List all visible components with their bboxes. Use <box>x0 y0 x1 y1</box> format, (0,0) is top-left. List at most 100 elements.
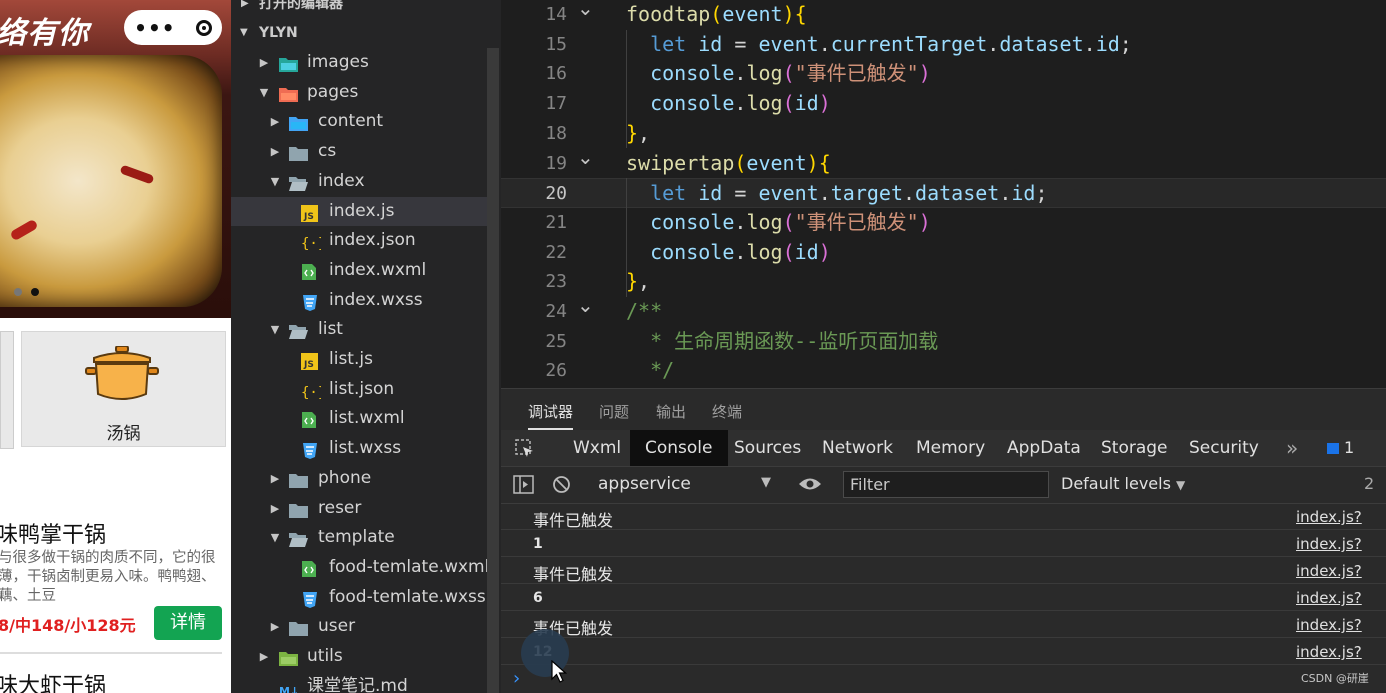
swiper-dot-active[interactable] <box>31 288 39 296</box>
devtools-tab-network[interactable]: Network <box>822 430 893 466</box>
tree-item[interactable]: {·} list.json <box>231 375 493 404</box>
code-line[interactable]: 21 console.log("事件已触发") <box>501 208 1386 238</box>
tree-item-label: phone <box>318 467 372 488</box>
tree-item[interactable]: ▶ utils <box>231 642 493 671</box>
code-line[interactable]: 17 console.log(id) <box>501 89 1386 119</box>
devtools-tab-appdata[interactable]: AppData <box>1007 430 1081 466</box>
clear-console-icon[interactable] <box>552 475 571 494</box>
context-select[interactable]: appservice <box>598 474 691 494</box>
js-file-icon: JS <box>301 351 320 370</box>
tree-item[interactable]: ▶ user <box>231 612 493 641</box>
devtools-tab-sources[interactable]: Sources <box>734 430 801 466</box>
code-line[interactable]: 25 * 生命周期函数--监听页面加载 <box>501 327 1386 357</box>
log-source-link[interactable]: index.js? <box>1296 562 1362 580</box>
tree-item[interactable]: index.wxml <box>231 256 493 285</box>
fold-chevron-icon[interactable]: ⌄ <box>577 143 594 173</box>
log-source-link[interactable]: index.js? <box>1296 643 1362 661</box>
tree-item[interactable]: ▶ content <box>231 107 493 136</box>
filter-input[interactable]: Filter <box>843 471 1049 498</box>
folder-icon <box>289 500 308 518</box>
code-line[interactable]: 23}, <box>501 267 1386 297</box>
line-number: 25 <box>545 330 567 352</box>
sidebar-toggle-icon[interactable] <box>513 475 534 494</box>
devtools-tab-wxml[interactable]: Wxml <box>573 430 621 466</box>
code-line[interactable]: 15 let id = event.currentTarget.dataset.… <box>501 30 1386 60</box>
folder-icon <box>289 618 308 637</box>
log-levels-dropdown[interactable]: Default levels ▼ <box>1061 474 1185 493</box>
project-root-section[interactable]: ▼ YLYN <box>231 19 493 47</box>
svg-text:{·}: {·} <box>301 236 321 251</box>
tree-item[interactable]: ▼ pages <box>231 78 493 107</box>
wxml-file-icon <box>301 410 320 429</box>
swiper-dot[interactable] <box>14 288 22 296</box>
tree-item[interactable]: M↓ 课堂笔记.md <box>231 672 493 693</box>
console-prompt[interactable]: › <box>513 668 520 689</box>
code-line[interactable]: 16 console.log("事件已触发") <box>501 59 1386 89</box>
tab-output[interactable]: 输出 <box>656 401 686 422</box>
eye-icon[interactable] <box>798 477 822 491</box>
tree-item[interactable]: list.wxss <box>231 434 493 463</box>
open-editors-section[interactable]: ▶ 打开的编辑器 <box>231 0 493 18</box>
devtools-tab-memory[interactable]: Memory <box>916 430 985 466</box>
code-text: console.log("事件已触发") <box>650 209 931 234</box>
log-source-link[interactable]: index.js? <box>1296 616 1362 634</box>
target-icon[interactable] <box>195 19 212 36</box>
tree-item[interactable]: list.wxml <box>231 404 493 433</box>
tree-item[interactable]: ▼ index <box>231 167 493 196</box>
more-tabs-icon[interactable]: » <box>1286 430 1298 466</box>
fold-chevron-icon[interactable]: ⌄ <box>577 291 594 321</box>
mini-program-capsule[interactable]: ••• <box>124 10 222 45</box>
category-item-partial[interactable] <box>0 331 14 449</box>
log-message: 6 <box>533 590 543 606</box>
banner-swiper[interactable]: 络有你 <box>0 0 231 318</box>
tree-item[interactable]: {·} index.json <box>231 226 493 255</box>
tree-item[interactable]: ▶ phone <box>231 464 493 493</box>
tree-item[interactable]: ▶ reser <box>231 494 493 523</box>
chevron-right-icon: ▶ <box>259 650 269 663</box>
chevron-down-icon[interactable]: ▼ <box>761 475 771 490</box>
tree-item[interactable]: food-temlate.wxml <box>231 553 493 582</box>
folder-icon <box>289 321 308 340</box>
code-line[interactable]: 19 ⌄ swipertap(event){ <box>501 145 1386 179</box>
tab-terminal[interactable]: 终端 <box>712 401 742 422</box>
line-number: 26 <box>545 360 567 382</box>
code-line[interactable]: 22 console.log(id) <box>501 238 1386 268</box>
code-line[interactable]: 14 ⌄ foodtap(event){ <box>501 0 1386 30</box>
tree-item[interactable]: food-temlate.wxss <box>231 583 493 612</box>
code-line[interactable]: 20 let id = event.target.dataset.id; <box>501 178 1386 208</box>
tree-item[interactable]: ▶ cs <box>231 137 493 166</box>
tree-item[interactable]: index.wxss <box>231 286 493 315</box>
inspect-element-icon[interactable] <box>515 439 535 459</box>
message-badge[interactable]: 1 <box>1327 440 1354 456</box>
code-line[interactable]: 24 ⌄ /** <box>501 293 1386 327</box>
fold-chevron-icon[interactable]: ⌄ <box>577 0 594 24</box>
category-item-soup-pot[interactable]: 汤锅 <box>21 331 226 447</box>
code-text: swipertap(event){ <box>626 150 831 175</box>
log-source-link[interactable]: index.js? <box>1296 589 1362 607</box>
tree-item[interactable]: ▼ list <box>231 315 493 344</box>
food-title: 味大虾干锅 <box>0 674 107 693</box>
tree-item-label: 课堂笔记.md <box>307 675 408 693</box>
tree-item[interactable]: JS index.js <box>231 196 493 226</box>
mouse-cursor-icon <box>551 660 567 683</box>
log-source-link[interactable]: index.js? <box>1296 508 1362 526</box>
tree-item[interactable]: ▼ template <box>231 523 493 552</box>
devtools-tab-security[interactable]: Security <box>1189 430 1259 466</box>
js-file-icon: JS <box>301 203 320 222</box>
log-source-link[interactable]: index.js? <box>1296 535 1362 553</box>
code-editor[interactable]: 14 ⌄ foodtap(event){15 let id = event.curr… <box>501 0 1386 388</box>
code-line[interactable]: 18}, <box>501 119 1386 149</box>
tree-item[interactable]: JS list.js <box>231 345 493 374</box>
devtools-tab-console[interactable]: Console <box>630 430 728 466</box>
more-dots-icon[interactable]: ••• <box>134 18 175 38</box>
tree-item[interactable]: ▶ images <box>231 48 493 77</box>
svg-text:JS: JS <box>303 360 314 370</box>
detail-button[interactable]: 详情 <box>154 606 222 640</box>
code-line[interactable]: 26 */ <box>501 356 1386 386</box>
chevron-right-icon: ▶ <box>270 620 280 634</box>
tab-problems[interactable]: 问题 <box>599 401 629 422</box>
devtools-tab-storage[interactable]: Storage <box>1101 430 1168 466</box>
tab-debugger[interactable]: 调试器 <box>528 401 574 430</box>
chevron-down-icon: ▼ <box>270 174 280 188</box>
scrollbar[interactable] <box>487 48 499 693</box>
